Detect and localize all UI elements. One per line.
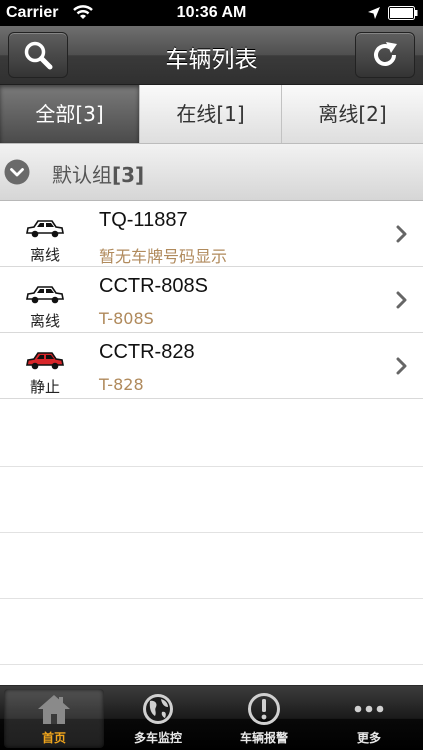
refresh-button[interactable] — [355, 32, 415, 78]
empty-row — [0, 467, 423, 533]
location-arrow-icon — [368, 7, 380, 19]
vehicle-row[interactable]: 离线 CCTR-808S T-808S — [0, 267, 423, 333]
vehicle-list: 离线 TQ-11887 暂无车牌号码显示 离线 CCTR-808S T-808S — [0, 201, 423, 399]
segment-online[interactable]: 在线[1] — [140, 85, 282, 143]
chevron-right-icon — [396, 357, 407, 375]
chevron-down-icon — [4, 159, 30, 185]
vehicle-row[interactable]: 静止 CCTR-828 T-828 — [0, 333, 423, 399]
group-header-default[interactable]: 默认组[3] — [0, 144, 423, 201]
battery-icon — [388, 6, 418, 20]
segment-offline[interactable]: 离线[2] — [282, 85, 423, 143]
tab-multi-monitor[interactable]: 多车监控 — [108, 689, 208, 748]
empty-list-area — [0, 401, 423, 665]
vehicle-subtitle: T-808S — [99, 309, 154, 328]
more-icon — [354, 705, 384, 713]
chevron-right-icon — [396, 291, 407, 309]
vehicle-row[interactable]: 离线 TQ-11887 暂无车牌号码显示 — [0, 201, 423, 267]
vehicle-subtitle: T-828 — [99, 375, 144, 394]
globe-icon — [143, 694, 173, 724]
empty-row — [0, 401, 423, 467]
app-screen: Carrier 10:36 AM 车辆列表 全部[3] 在线[1] 离线[2] … — [0, 0, 423, 750]
group-count: [3] — [112, 163, 145, 187]
tab-vehicle-alarm[interactable]: 车辆报警 — [214, 689, 314, 748]
group-label: 默认组[3] — [52, 159, 144, 188]
vehicle-plate: CCTR-808S — [99, 275, 208, 297]
status-time: 10:36 AM — [176, 4, 247, 21]
status-bar: Carrier 10:36 AM — [0, 0, 423, 26]
vehicle-plate: TQ-11887 — [99, 209, 188, 231]
vehicle-plate: CCTR-828 — [99, 341, 195, 363]
car-icon — [26, 286, 64, 304]
group-name: 默认组 — [52, 163, 112, 187]
vehicle-status: 静止 — [29, 378, 60, 396]
empty-row — [0, 599, 423, 665]
chevron-right-icon — [396, 225, 407, 243]
alert-icon — [248, 693, 280, 725]
tab-label: 首页 — [41, 731, 66, 745]
tab-bar: 首页 多车监控 车辆报警 更多 — [0, 685, 423, 750]
vehicle-status: 离线 — [29, 312, 60, 330]
car-icon — [26, 352, 64, 370]
empty-row — [0, 533, 423, 599]
tab-label: 多车监控 — [133, 731, 182, 745]
vehicle-status: 离线 — [29, 246, 60, 264]
filter-segmented-control: 全部[3] 在线[1] 离线[2] — [0, 85, 423, 144]
tab-more[interactable]: 更多 — [319, 689, 419, 748]
segment-all[interactable]: 全部[3] — [0, 85, 140, 143]
tab-label: 更多 — [356, 731, 381, 745]
home-icon — [38, 695, 70, 724]
tab-home[interactable]: 首页 — [4, 689, 104, 748]
navigation-bar: 车辆列表 — [0, 26, 423, 85]
vehicle-subtitle: 暂无车牌号码显示 — [99, 247, 228, 266]
refresh-icon — [374, 42, 397, 66]
car-icon — [26, 220, 64, 238]
tab-label: 车辆报警 — [239, 731, 288, 745]
